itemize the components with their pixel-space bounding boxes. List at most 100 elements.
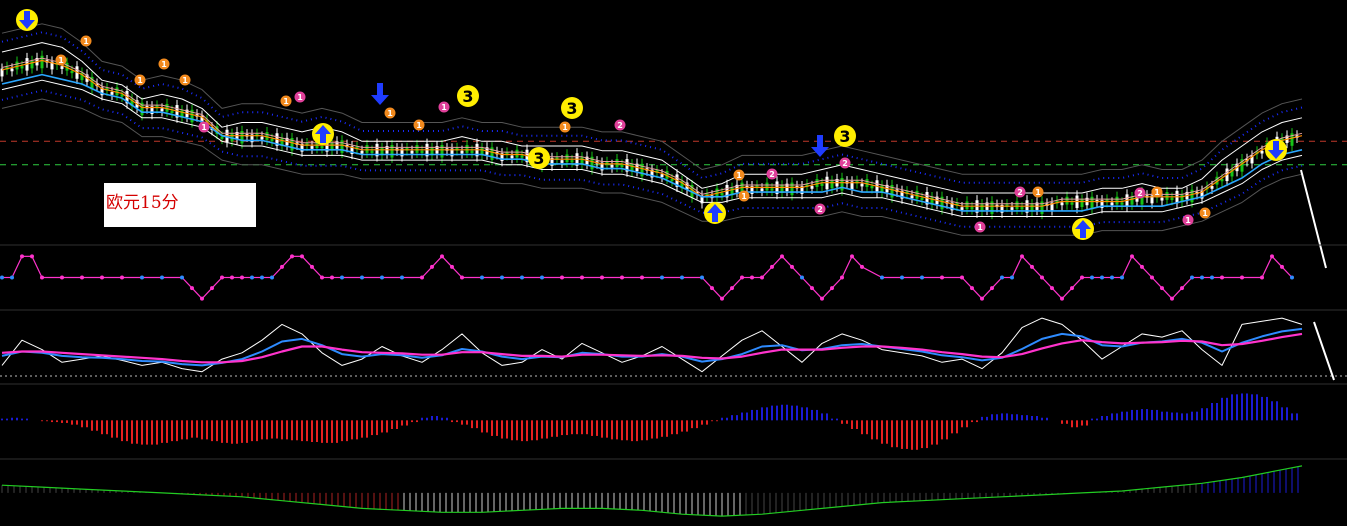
- step-point: [1080, 275, 1084, 280]
- candle-body: [560, 160, 564, 163]
- trend-lines: [1300, 169, 1335, 381]
- step-point: [1150, 275, 1154, 280]
- step-point: [1110, 275, 1114, 280]
- step-point: [800, 275, 804, 280]
- step-segment: [1151, 277, 1163, 289]
- step-point: [400, 275, 404, 280]
- step-point: [40, 275, 44, 280]
- step-point: [230, 275, 234, 280]
- step-point: [280, 264, 284, 269]
- step-point: [560, 275, 564, 280]
- candle-body: [765, 182, 769, 191]
- step-segment: [711, 287, 723, 300]
- step-segment: [1271, 255, 1283, 268]
- signal-badge-label: 1: [977, 223, 983, 232]
- candle-body: [670, 178, 674, 182]
- candle-body: [415, 145, 419, 153]
- step-segment: [1011, 256, 1023, 278]
- step-point: [740, 275, 744, 280]
- step-point: [250, 275, 254, 280]
- step-point: [270, 275, 274, 280]
- step-point: [450, 264, 454, 269]
- step-point: [500, 275, 504, 280]
- step-point: [1040, 275, 1044, 280]
- step-point: [1090, 275, 1094, 280]
- candle-body: [220, 136, 224, 139]
- candle-body: [920, 197, 924, 201]
- step-segment: [441, 255, 453, 268]
- signal-badge-label: 3: [839, 127, 850, 146]
- signal-badge-label: 3: [462, 87, 473, 106]
- step-point: [20, 254, 24, 259]
- step-point: [970, 286, 974, 291]
- step-segment: [1121, 256, 1133, 278]
- histogram-panel: [1, 393, 1298, 450]
- candle-body: [565, 154, 569, 163]
- step-segment: [831, 277, 843, 289]
- signal-badge-label: 1: [741, 192, 747, 201]
- step-point: [190, 286, 194, 291]
- step-point: [260, 275, 264, 280]
- candle-body: [310, 146, 314, 149]
- candle-body: [965, 201, 969, 210]
- step-point: [290, 254, 294, 259]
- candle-body: [460, 150, 464, 154]
- step-segment: [1161, 287, 1173, 300]
- step-point: [790, 264, 794, 269]
- signal-badge-label: 1: [297, 93, 303, 102]
- step-point: [520, 275, 524, 280]
- step-segment: [431, 255, 443, 268]
- candle-body: [1115, 196, 1119, 205]
- candle-body: [1015, 201, 1019, 210]
- signal-badge-label: 1: [387, 109, 393, 118]
- step-segment: [1141, 266, 1153, 278]
- step-point: [580, 275, 584, 280]
- candle-body: [970, 207, 974, 210]
- candle-body: [910, 195, 914, 199]
- step-point: [440, 254, 444, 259]
- step-point: [710, 286, 714, 291]
- signal-badge-label: 1: [1202, 209, 1208, 218]
- step-point: [1280, 264, 1284, 269]
- signal-badge-label: 1: [441, 103, 447, 112]
- candle-body: [660, 174, 664, 178]
- candle-body: [365, 145, 369, 153]
- step-point: [430, 264, 434, 269]
- step-point: [990, 286, 994, 291]
- step-point: [980, 296, 984, 301]
- candle-body: [610, 164, 614, 168]
- candle-body: [720, 193, 724, 196]
- step-segment: [1281, 266, 1293, 278]
- step-point: [60, 275, 64, 280]
- candle-body: [620, 164, 624, 168]
- osc-line: [1, 465, 1303, 517]
- candle-body: [830, 180, 834, 189]
- step-point: [210, 286, 214, 291]
- step-segment: [731, 277, 743, 289]
- step-point: [600, 275, 604, 280]
- step-point: [1170, 296, 1174, 301]
- step-segment: [301, 255, 313, 268]
- step-point: [80, 275, 84, 280]
- candle-body: [1060, 202, 1064, 206]
- candle-body: [1160, 197, 1164, 201]
- step-point: [820, 296, 824, 301]
- step-segment: [191, 287, 203, 300]
- step-point: [720, 296, 724, 301]
- step-segment: [211, 277, 223, 289]
- step-segment: [1061, 287, 1073, 300]
- step-point: [830, 286, 834, 291]
- step-point: [0, 275, 4, 280]
- signal-badge-label: 2: [1137, 189, 1143, 198]
- step-segment: [991, 277, 1003, 289]
- candle-body: [110, 92, 114, 95]
- step-point: [1200, 275, 1204, 280]
- step-point: [380, 275, 384, 280]
- step-point: [780, 254, 784, 259]
- candle-body: [770, 188, 774, 191]
- signal-badge-label: 1: [83, 37, 89, 46]
- step-point: [1260, 275, 1264, 280]
- chart-label-box: 欧元15分: [104, 183, 256, 227]
- step-point: [1210, 275, 1214, 280]
- candle-body: [860, 183, 864, 187]
